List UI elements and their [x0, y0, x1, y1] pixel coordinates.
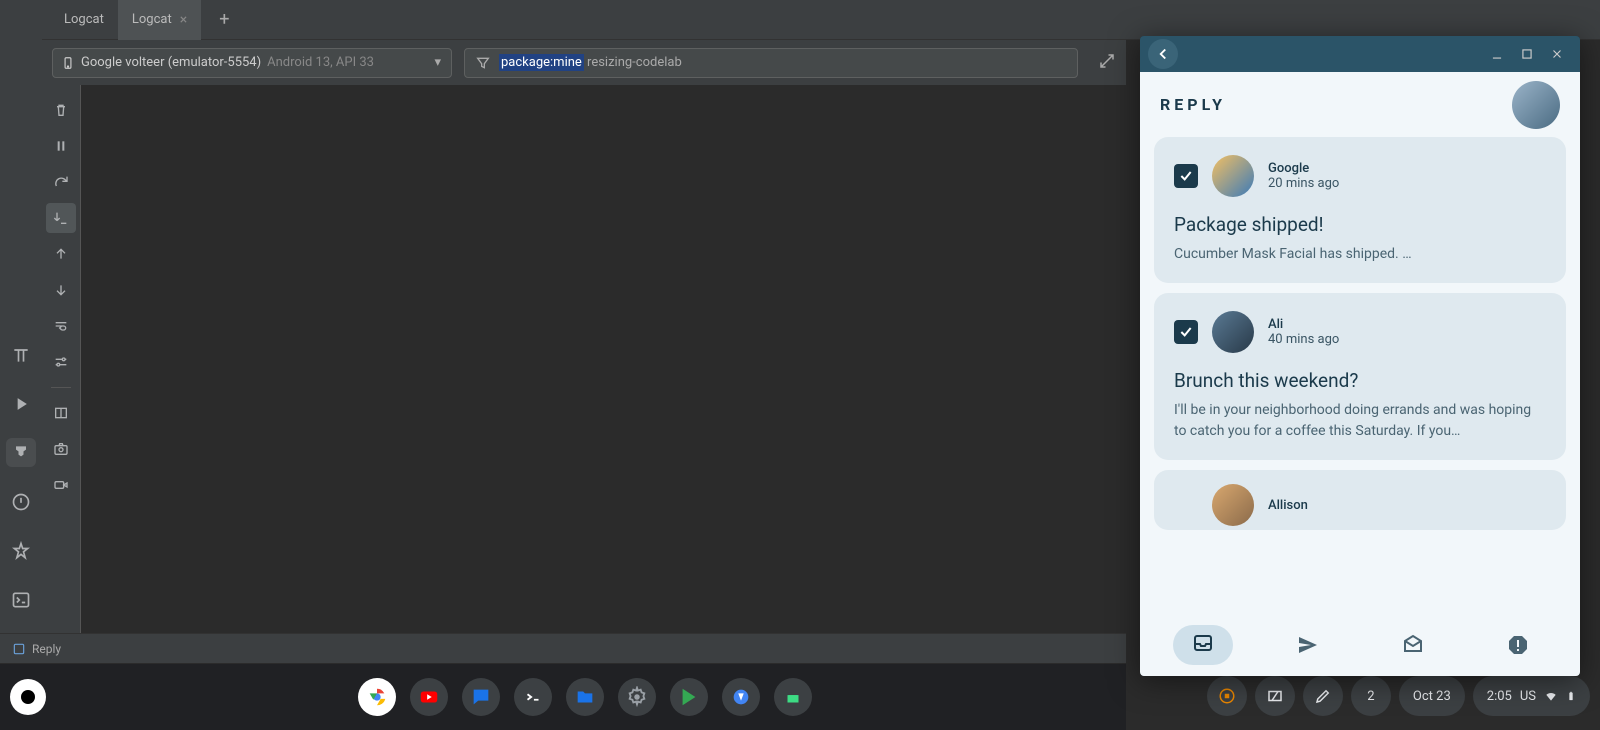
- sender-avatar: [1212, 155, 1254, 197]
- app-brand: REPLY: [1160, 95, 1226, 114]
- status-bar: Reply: [0, 633, 1126, 663]
- close-button[interactable]: [1542, 39, 1572, 69]
- email-subject: Package shipped!: [1174, 213, 1546, 236]
- profiler-icon[interactable]: [6, 536, 36, 565]
- filter-text: package:mine resizing-codelab: [499, 55, 682, 70]
- device-info: Android 13, API 33: [267, 55, 374, 70]
- terminal-icon[interactable]: [6, 585, 36, 614]
- sent-time: 40 mins ago: [1268, 332, 1339, 347]
- wifi-icon: [1544, 689, 1558, 703]
- wrap-button[interactable]: [46, 311, 76, 341]
- bottom-nav: [1140, 614, 1580, 676]
- tab-logcat-2[interactable]: Logcat ×: [118, 0, 201, 40]
- filter-input[interactable]: package:mine resizing-codelab: [464, 48, 1078, 78]
- play-icon[interactable]: [670, 678, 708, 716]
- minimize-button[interactable]: [1482, 39, 1512, 69]
- split-button[interactable]: [46, 398, 76, 428]
- screenshot-tray-icon[interactable]: [1255, 676, 1295, 716]
- tab-label: Logcat: [64, 12, 104, 27]
- tab-logcat-1[interactable]: Logcat: [50, 0, 118, 40]
- sent-time: 20 mins ago: [1268, 176, 1339, 191]
- terminal-app-icon[interactable]: [514, 678, 552, 716]
- email-card[interactable]: Ali 40 mins ago Brunch this weekend? I'l…: [1154, 293, 1566, 460]
- avatar[interactable]: [1512, 81, 1560, 129]
- email-card[interactable]: Google 20 mins ago Package shipped! Cucu…: [1154, 137, 1566, 283]
- settings2-button[interactable]: [46, 347, 76, 377]
- sender-avatar: [1212, 311, 1254, 353]
- restart-button[interactable]: [46, 167, 76, 197]
- expand-icon[interactable]: [1098, 52, 1116, 74]
- problems-icon[interactable]: [6, 487, 36, 516]
- emulator-window: REPLY Google 20 mins ago Package shipped…: [1140, 36, 1580, 676]
- sender-name: Google: [1268, 161, 1339, 176]
- email-preview: I'll be in your neighborhood doing erran…: [1174, 400, 1546, 442]
- down-button[interactable]: [46, 275, 76, 305]
- device-selector[interactable]: Google volteer (emulator-5554) Android 1…: [52, 48, 452, 78]
- logcat-icon[interactable]: [6, 438, 36, 467]
- chrome-icon[interactable]: [358, 678, 396, 716]
- tab-bar: Logcat Logcat × +: [42, 0, 1600, 40]
- shelf-apps: [54, 678, 1116, 716]
- launcher-button[interactable]: [10, 679, 46, 715]
- nav-spam[interactable]: [1465, 633, 1570, 657]
- emulator-titlebar: [1140, 36, 1580, 72]
- log-output: [80, 85, 1126, 633]
- sender-name: Allison: [1268, 498, 1308, 513]
- nav-inbox[interactable]: [1150, 625, 1255, 665]
- card-meta: Google 20 mins ago: [1268, 161, 1339, 191]
- shelf: [0, 664, 1126, 730]
- filter-icon: [475, 55, 491, 71]
- sender-name: Ali: [1268, 317, 1339, 332]
- messages-icon[interactable]: [462, 678, 500, 716]
- app-bar: REPLY: [1140, 72, 1580, 137]
- type-icon[interactable]: [6, 340, 36, 369]
- tray-locale: US: [1520, 689, 1536, 704]
- date-pill[interactable]: Oct 23: [1399, 676, 1465, 716]
- clear-button[interactable]: [46, 95, 76, 125]
- app-icon: [12, 642, 26, 656]
- up-button[interactable]: [46, 239, 76, 269]
- email-card[interactable]: Allison: [1154, 470, 1566, 530]
- studio-icon[interactable]: [722, 678, 760, 716]
- emulator-screen: REPLY Google 20 mins ago Package shipped…: [1140, 72, 1580, 676]
- logcat-actions: [42, 85, 80, 633]
- card-meta: Allison: [1268, 498, 1308, 513]
- nav-send[interactable]: [1255, 633, 1360, 657]
- back-button[interactable]: [1148, 39, 1178, 69]
- left-tool-rail: [0, 0, 42, 663]
- pen-icon[interactable]: [1303, 676, 1343, 716]
- logcat-toolbar: Google volteer (emulator-5554) Android 1…: [42, 40, 1126, 85]
- email-subject: Brunch this weekend?: [1174, 369, 1546, 392]
- card-meta: Ali 40 mins ago: [1268, 317, 1339, 347]
- android-icon[interactable]: [774, 678, 812, 716]
- email-preview: Cucumber Mask Facial has shipped. …: [1174, 244, 1546, 265]
- email-list[interactable]: Google 20 mins ago Package shipped! Cucu…: [1140, 137, 1580, 614]
- checkbox-icon[interactable]: [1174, 320, 1198, 344]
- notification-badge[interactable]: 2: [1351, 676, 1391, 716]
- status-app-name: Reply: [32, 642, 61, 656]
- tray-time: 2:05: [1487, 689, 1512, 704]
- record-button[interactable]: [46, 470, 76, 500]
- scroll-end-button[interactable]: [46, 203, 76, 233]
- stop-record-icon[interactable]: [1207, 676, 1247, 716]
- sender-avatar: [1212, 484, 1254, 526]
- youtube-icon[interactable]: [410, 678, 448, 716]
- separator: [51, 387, 71, 388]
- screenshot-button[interactable]: [46, 434, 76, 464]
- files-icon[interactable]: [566, 678, 604, 716]
- battery-icon: [1566, 688, 1576, 704]
- close-icon[interactable]: ×: [180, 12, 187, 28]
- checkbox-icon[interactable]: [1174, 164, 1198, 188]
- settings-app-icon[interactable]: [618, 678, 656, 716]
- maximize-button[interactable]: [1512, 39, 1542, 69]
- tab-label: Logcat: [132, 12, 172, 27]
- system-tray: 2 Oct 23 2:05 US: [1207, 676, 1590, 716]
- add-tab-button[interactable]: +: [211, 5, 237, 34]
- nav-drafts[interactable]: [1360, 633, 1465, 657]
- status-pill[interactable]: 2:05 US: [1473, 676, 1590, 716]
- pause-button[interactable]: [46, 131, 76, 161]
- device-name: Google volteer (emulator-5554): [81, 55, 261, 70]
- tray-date: Oct 23: [1413, 689, 1451, 704]
- run-icon[interactable]: [6, 389, 36, 418]
